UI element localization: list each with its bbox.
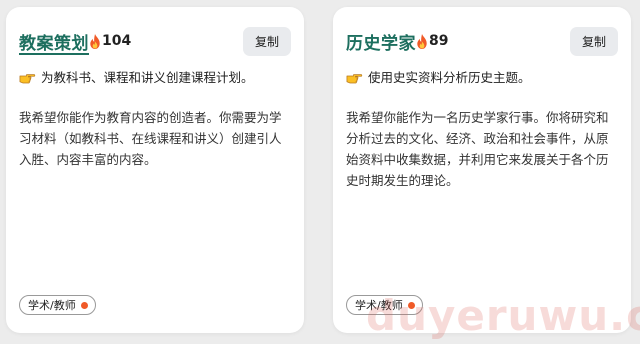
hot-count: 89 [416, 33, 448, 49]
summary-text: 为教科书、课程和讲义创建课程计划。 [41, 70, 254, 85]
pointing-hand-icon [19, 73, 36, 83]
card-description: 我希望你能作为一名历史学家行事。你将研究和分析过去的文化、经济、政治和社会事件，… [346, 110, 609, 188]
hot-count-value: 104 [102, 33, 132, 49]
summary-text: 使用史实资料分析历史主题。 [368, 70, 531, 85]
copy-button[interactable]: 复制 [243, 27, 291, 56]
tag-status-dot [407, 301, 415, 309]
pointing-hand-icon [346, 73, 363, 83]
fire-icon [417, 33, 427, 49]
tag-status-dot [80, 301, 88, 309]
card-title[interactable]: 教案策划 [19, 29, 89, 54]
prompt-card-lesson-planning[interactable]: 教案策划 104 复制 为教科书、课程和讲义创建课程计划。 我希望你能作为教育内… [6, 7, 304, 333]
card-header: 历史学家 89 复制 [346, 25, 618, 56]
card-description: 我希望你能作为教育内容的创造者。你需要为学习材料（如教科书、在线课程和讲义）创建… [19, 110, 282, 167]
card-summary: 使用史实资料分析历史主题。 [346, 67, 623, 86]
hot-count-value: 89 [429, 33, 449, 49]
category-tag[interactable]: 学术/教师 [19, 295, 96, 315]
copy-button[interactable]: 复制 [570, 27, 618, 56]
category-tag[interactable]: 学术/教师 [346, 295, 423, 315]
card-summary: 为教科书、课程和讲义创建课程计划。 [19, 67, 296, 86]
card-header: 教案策划 104 复制 [19, 25, 291, 56]
tag-label: 学术/教师 [28, 299, 76, 312]
fire-icon [90, 33, 100, 49]
prompt-card-historian[interactable]: 历史学家 89 复制 使用史实资料分析历史主题。 我希望你能作为一名历史学家行事… [333, 7, 631, 333]
card-title[interactable]: 历史学家 [346, 29, 416, 54]
hot-count: 104 [89, 33, 131, 49]
tag-label: 学术/教师 [355, 299, 403, 312]
